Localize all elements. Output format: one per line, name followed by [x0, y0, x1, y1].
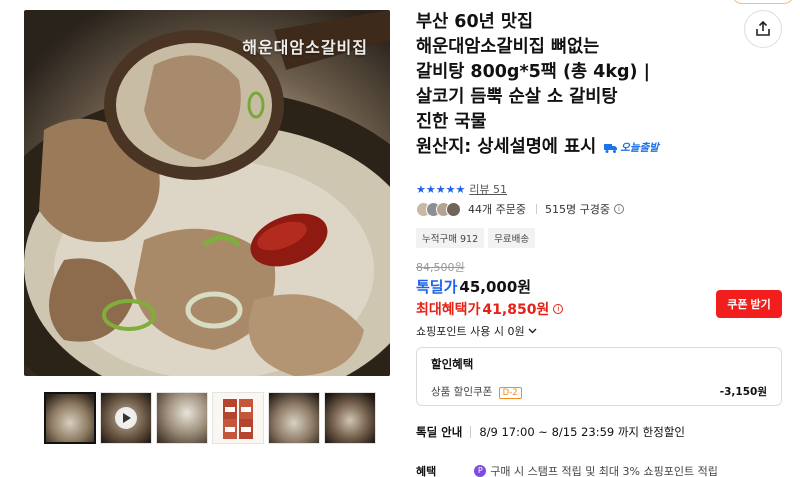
origin-row: 원산지: 상세설명에 표시 오늘출발 — [416, 135, 716, 160]
chip-cumulative-purchase: 누적구매 912 — [416, 228, 485, 248]
share-button[interactable] — [744, 10, 782, 48]
title-line-5: 진한 국물 — [416, 112, 487, 132]
chevron-down-icon — [528, 328, 537, 334]
orders-count: 44개 주문중 — [468, 203, 526, 216]
points-text: 쇼핑포인트 사용 시 0원 — [416, 325, 525, 338]
special-deal-label: 톡딜 안내 — [416, 425, 463, 439]
point-icon: P — [474, 465, 487, 477]
benefit-detail: P 구매 시 스탬프 적립 및 최대 3% 쇼핑포인트 적립 — [474, 463, 718, 477]
special-deal-row: 톡딜 안내 8/9 17:00 ~ 8/15 23:59 까지 한정할인 — [416, 424, 685, 440]
deal-price: 45,000원 — [459, 278, 532, 296]
max-benefit-price: 41,850원 — [482, 302, 550, 318]
share-icon — [756, 21, 770, 36]
chips-row: 누적구매 912 무료배송 — [416, 228, 536, 248]
buyer-avatars — [416, 201, 461, 217]
thumbnail-6[interactable] — [324, 392, 376, 444]
discount-amount: -3,150원 — [719, 386, 767, 398]
avatar — [446, 201, 461, 217]
today-delivery-badge: 오늘출발 — [604, 140, 659, 155]
origin-text: 원산지: 상세설명에 표시 — [416, 137, 597, 157]
product-title: 부산 60년 맛집 해운대암소갈비집 뼈없는 갈비탕 800g*5팩 (총 4k… — [416, 10, 716, 160]
review-count-link[interactable]: 리뷰 51 — [469, 181, 507, 197]
chip-free-shipping: 무료배송 — [488, 228, 536, 248]
brand-watermark: 해운대암소갈비집 — [242, 38, 368, 57]
play-icon — [115, 407, 137, 429]
title-line-1: 부산 60년 맛집 — [416, 12, 534, 32]
truck-icon — [604, 143, 618, 153]
deal-label: 톡딜가 — [416, 278, 458, 296]
buyers-row: 44개 주문중 515명 구경중 i — [416, 201, 624, 217]
discount-title: 할인혜택 — [431, 357, 474, 371]
divider — [470, 426, 472, 438]
thumbnail-3[interactable] — [156, 392, 208, 444]
thumbnail-2-video[interactable] — [100, 392, 152, 444]
share-tooltip-tab — [732, 0, 794, 4]
discount-item: 상품 할인쿠폰 D-2 -3,150원 — [431, 384, 767, 399]
benefit-text: 구매 시 스탬프 적립 및 최대 3% 쇼핑포인트 적립 — [490, 465, 718, 477]
viewers-count: 515명 구경중 — [544, 203, 610, 216]
discount-box: 할인혜택 상품 할인쿠폰 D-2 -3,150원 — [416, 347, 782, 406]
thumbnail-5[interactable] — [268, 392, 320, 444]
main-product-image: 해운대암소갈비집 — [24, 10, 390, 376]
title-line-2: 해운대암소갈비집 뼈없는 — [416, 37, 600, 57]
special-deal-period: 8/9 17:00 ~ 8/15 23:59 까지 한정할인 — [479, 425, 685, 439]
soup-illustration — [24, 10, 390, 376]
dday-badge: D-2 — [498, 387, 522, 399]
coupon-label: 상품 할인쿠폰 — [431, 386, 493, 398]
max-benefit-row: 최대혜택가 41,850원 i — [416, 299, 564, 319]
package-icon — [223, 399, 253, 439]
today-delivery-label: 오늘출발 — [620, 142, 659, 154]
original-price: 84,500원 — [416, 261, 465, 274]
info-icon[interactable]: i — [553, 304, 564, 314]
get-coupon-button[interactable]: 쿠폰 받기 — [716, 290, 782, 318]
thumbnail-strip — [44, 392, 376, 444]
points-toggle[interactable]: 쇼핑포인트 사용 시 0원 — [416, 323, 537, 339]
title-line-4: 살코기 듬뿍 순살 소 갈비탕 — [416, 87, 618, 107]
thumbnail-1[interactable] — [44, 392, 96, 444]
info-icon[interactable]: i — [613, 204, 624, 214]
benefit-label: 혜택 — [416, 465, 437, 477]
rating-row: ★★★★★ 리뷰 51 — [416, 181, 507, 197]
star-rating-icon: ★★★★★ — [416, 182, 466, 196]
thumbnail-4[interactable] — [212, 392, 264, 444]
divider — [535, 204, 537, 214]
deal-price-row: 톡딜가 45,000원 — [416, 276, 531, 297]
benefit-row: 혜택 P 구매 시 스탬프 적립 및 최대 3% 쇼핑포인트 적립 — [416, 463, 718, 477]
max-benefit-label: 최대혜택가 — [416, 302, 481, 318]
title-line-3: 갈비탕 800g*5팩 (총 4kg) | — [416, 62, 650, 82]
